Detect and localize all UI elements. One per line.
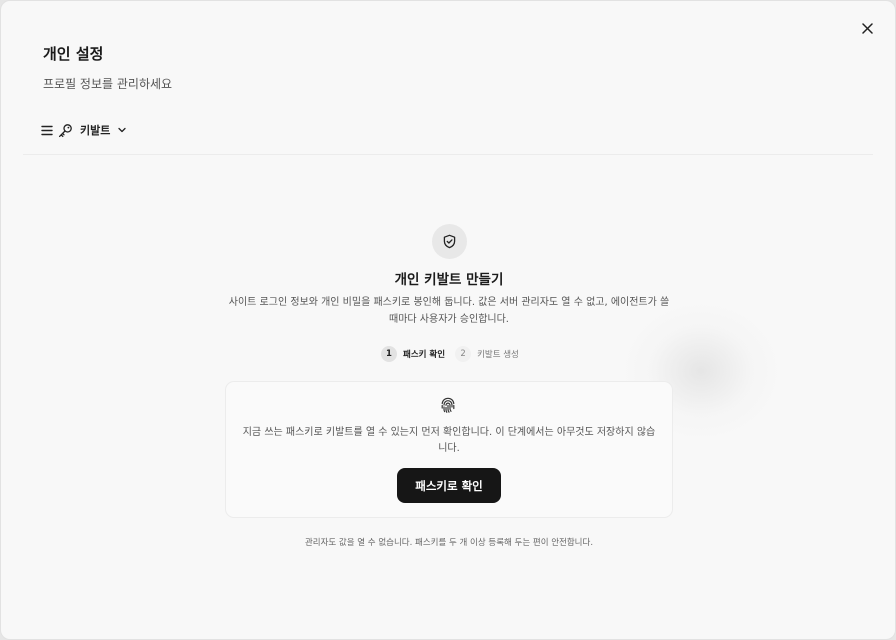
chevron-down-icon[interactable] — [117, 125, 127, 135]
modal-header: 개인 설정 프로필 정보를 관리하세요 — [43, 44, 172, 92]
step-label: 패스키 확인 — [403, 350, 446, 360]
step-indicator: 1 패스키 확인 2 키발트 생성 — [381, 346, 529, 362]
close-button[interactable] — [857, 18, 877, 38]
header-divider — [23, 154, 873, 155]
step-2: 2 키발트 생성 — [455, 346, 519, 362]
modal-subtitle: 프로필 정보를 관리하세요 — [43, 77, 173, 91]
key-icon — [58, 123, 73, 138]
menu-icon[interactable] — [41, 125, 53, 136]
step-1: 1 패스키 확인 — [381, 346, 445, 362]
passkey-check-card: 지금 쓰는 패스키로 키발트를 열 수 있는지 먼저 확인합니다. 이 단계에서… — [225, 381, 673, 518]
shield-check-icon — [432, 224, 467, 259]
modal-title: 개인 설정 — [43, 45, 104, 63]
hero-description: 사이트 로그인 정보와 개인 비밀을 패스키로 봉인해 둡니다. 값은 서버 관… — [228, 297, 670, 325]
fingerprint-icon — [439, 396, 457, 418]
settings-modal: 개인 설정 프로필 정보를 관리하세요 키발트 개인 키발트 만들기 사이트 로… — [0, 0, 896, 640]
step-label: 키발트 생성 — [477, 350, 519, 360]
step-number: 2 — [455, 346, 472, 362]
step-number: 1 — [381, 346, 397, 362]
section-selector[interactable]: 키발트 — [41, 121, 127, 139]
hero-title: 개인 키발트 만들기 — [394, 272, 504, 288]
close-icon — [861, 22, 873, 34]
card-description: 지금 쓰는 패스키로 키발트를 열 수 있는지 먼저 확인합니다. 이 단계에서… — [242, 427, 656, 454]
verify-passkey-button[interactable]: 패스키로 확인 — [397, 468, 501, 503]
section-label[interactable]: 키발트 — [80, 122, 110, 138]
footnote: 관리자도 값을 열 수 없습니다. 패스키를 두 개 이상 등록해 두는 편이 … — [304, 538, 594, 548]
